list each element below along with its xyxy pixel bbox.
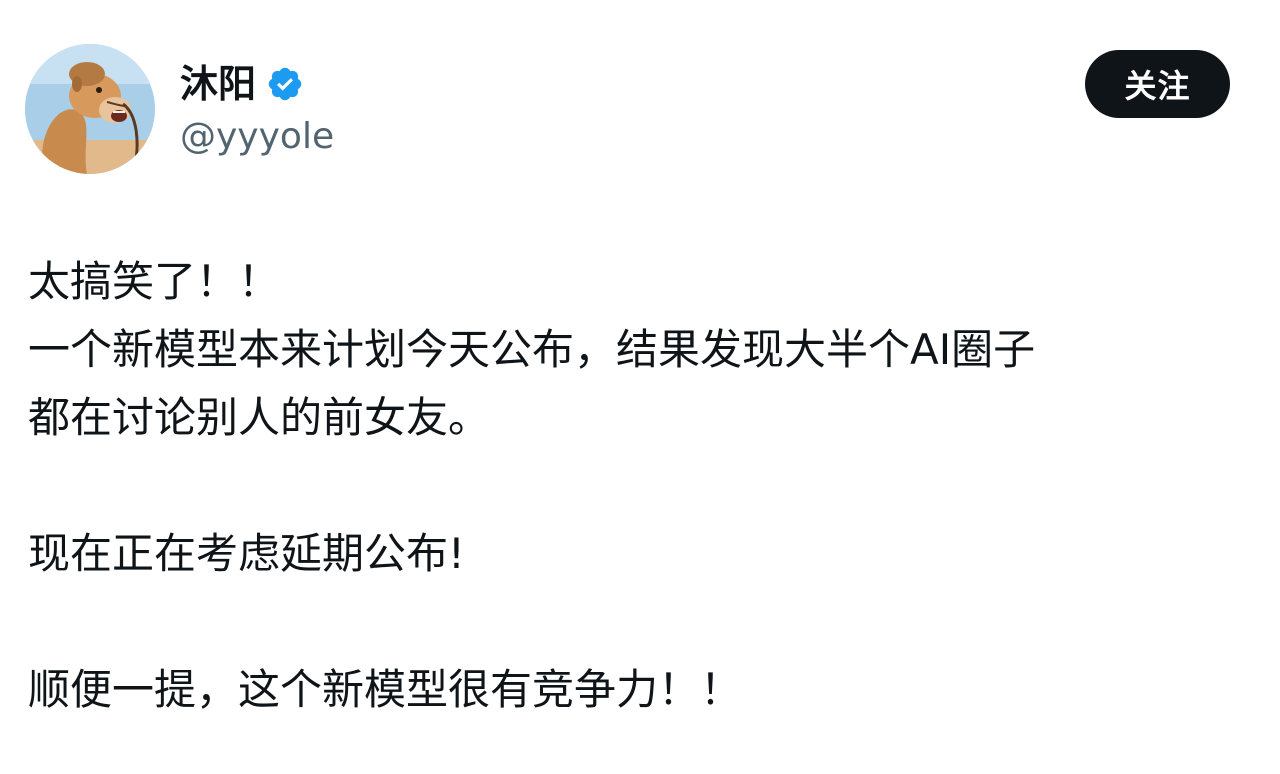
follow-button[interactable]: 关注 — [1085, 50, 1230, 118]
author-name-row: 沐阳 — [180, 58, 304, 110]
author-display-name[interactable]: 沐阳 — [180, 58, 256, 110]
tweet-line: 顺便一提，这个新模型很有竞争力！！ — [28, 665, 743, 714]
verified-badge-icon — [266, 65, 304, 103]
avatar[interactable] — [25, 44, 155, 174]
camel-avatar-icon — [25, 44, 155, 174]
tweet-line: 现在正在考虑延期公布! — [28, 529, 465, 578]
tweet-text: 太搞笑了！！ 一个新模型本来计划今天公布，结果发现大半个AI圈子 都在讨论别人的… — [28, 248, 1258, 724]
author-handle[interactable]: @yyyole — [180, 112, 334, 162]
tweet-header: 沐阳 @yyyole 关注 — [0, 0, 1280, 200]
tweet-line: 太搞笑了！！ — [28, 257, 281, 306]
tweet-line: 一个新模型本来计划今天公布，结果发现大半个AI圈子 — [28, 325, 1036, 374]
tweet-line: 都在讨论别人的前女友。 — [28, 393, 491, 442]
